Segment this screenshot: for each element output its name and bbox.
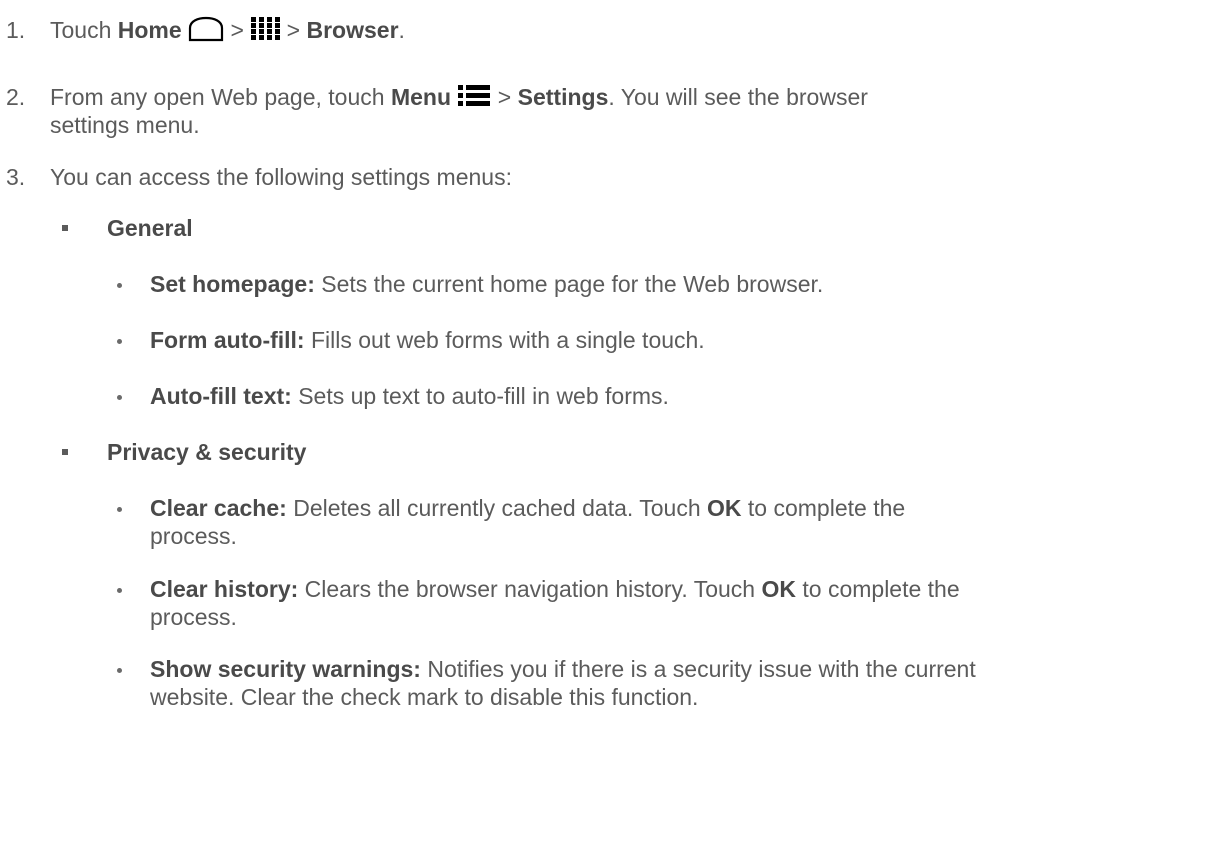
- bullet-dot: [117, 339, 122, 344]
- item-desc: to complete the: [747, 495, 906, 521]
- list-item-continuation: website. Clear the check mark to disable…: [150, 684, 699, 710]
- bullet-dot: [117, 283, 122, 288]
- step-text: . You will see the browser: [608, 84, 868, 110]
- item-term: Auto-fill text:: [150, 383, 292, 409]
- browser-label: Browser: [306, 17, 399, 43]
- item-term: Clear cache:: [150, 495, 287, 521]
- step-text: From any open Web page, touch: [50, 84, 385, 110]
- list-item: Set homepage: Sets the current home page…: [150, 271, 823, 297]
- item-desc: Clears the browser navigation history. T…: [304, 576, 756, 602]
- step-1: Touch Home > > Browser.: [50, 16, 405, 43]
- step-text: Touch: [50, 17, 112, 43]
- list-item: Show security warnings: Notifies you if …: [150, 656, 976, 682]
- item-term: Set homepage:: [150, 271, 315, 297]
- separator: >: [286, 17, 301, 43]
- settings-label: Settings: [517, 84, 609, 110]
- list-item: Auto-fill text: Sets up text to auto-fil…: [150, 383, 669, 409]
- separator: >: [497, 84, 512, 110]
- bullet-dot: [117, 507, 122, 512]
- period: .: [398, 17, 405, 43]
- step-2: From any open Web page, touch Menu > Set…: [50, 84, 868, 110]
- item-desc: Fills out web forms with a single touch.: [310, 327, 705, 353]
- separator: >: [230, 17, 244, 43]
- home-label: Home: [117, 17, 182, 43]
- apps-grid-icon: [251, 16, 281, 40]
- step-3: You can access the following settings me…: [50, 164, 512, 190]
- item-desc: Notifies you if there is a security issu…: [427, 656, 976, 682]
- step-2-continuation: settings menu.: [50, 112, 200, 138]
- item-term: Form auto-fill:: [150, 327, 305, 353]
- item-desc: Sets up text to auto-fill in web forms.: [298, 383, 669, 409]
- menu-icon: [458, 84, 491, 106]
- square-bullet: [62, 449, 68, 455]
- list-item-continuation: process.: [150, 604, 237, 630]
- section-title-general: General: [107, 215, 193, 241]
- bullet-dot: [117, 668, 122, 673]
- item-desc: Sets the current home page for the Web b…: [321, 271, 824, 297]
- list-item: Clear history: Clears the browser naviga…: [150, 576, 960, 602]
- ok-label: OK: [707, 495, 742, 521]
- square-bullet: [62, 225, 68, 231]
- home-icon: [188, 16, 224, 42]
- step-number: 1.: [6, 17, 26, 43]
- menu-label: Menu: [390, 84, 452, 110]
- item-desc: to complete the: [802, 576, 960, 602]
- item-desc: Deletes all currently cached data. Touch: [293, 495, 701, 521]
- bullet-dot: [117, 588, 122, 593]
- section-title-privacy: Privacy & security: [107, 439, 307, 465]
- ok-label: OK: [761, 576, 796, 602]
- item-term: Show security warnings:: [150, 656, 421, 682]
- item-term: Clear history:: [150, 576, 299, 602]
- list-item: Clear cache: Deletes all currently cache…: [150, 495, 905, 521]
- step-number: 2.: [6, 84, 26, 110]
- list-item-continuation: process.: [150, 523, 237, 549]
- step-number: 3.: [6, 164, 26, 190]
- list-item: Form auto-fill: Fills out web forms with…: [150, 327, 705, 353]
- bullet-dot: [117, 395, 122, 400]
